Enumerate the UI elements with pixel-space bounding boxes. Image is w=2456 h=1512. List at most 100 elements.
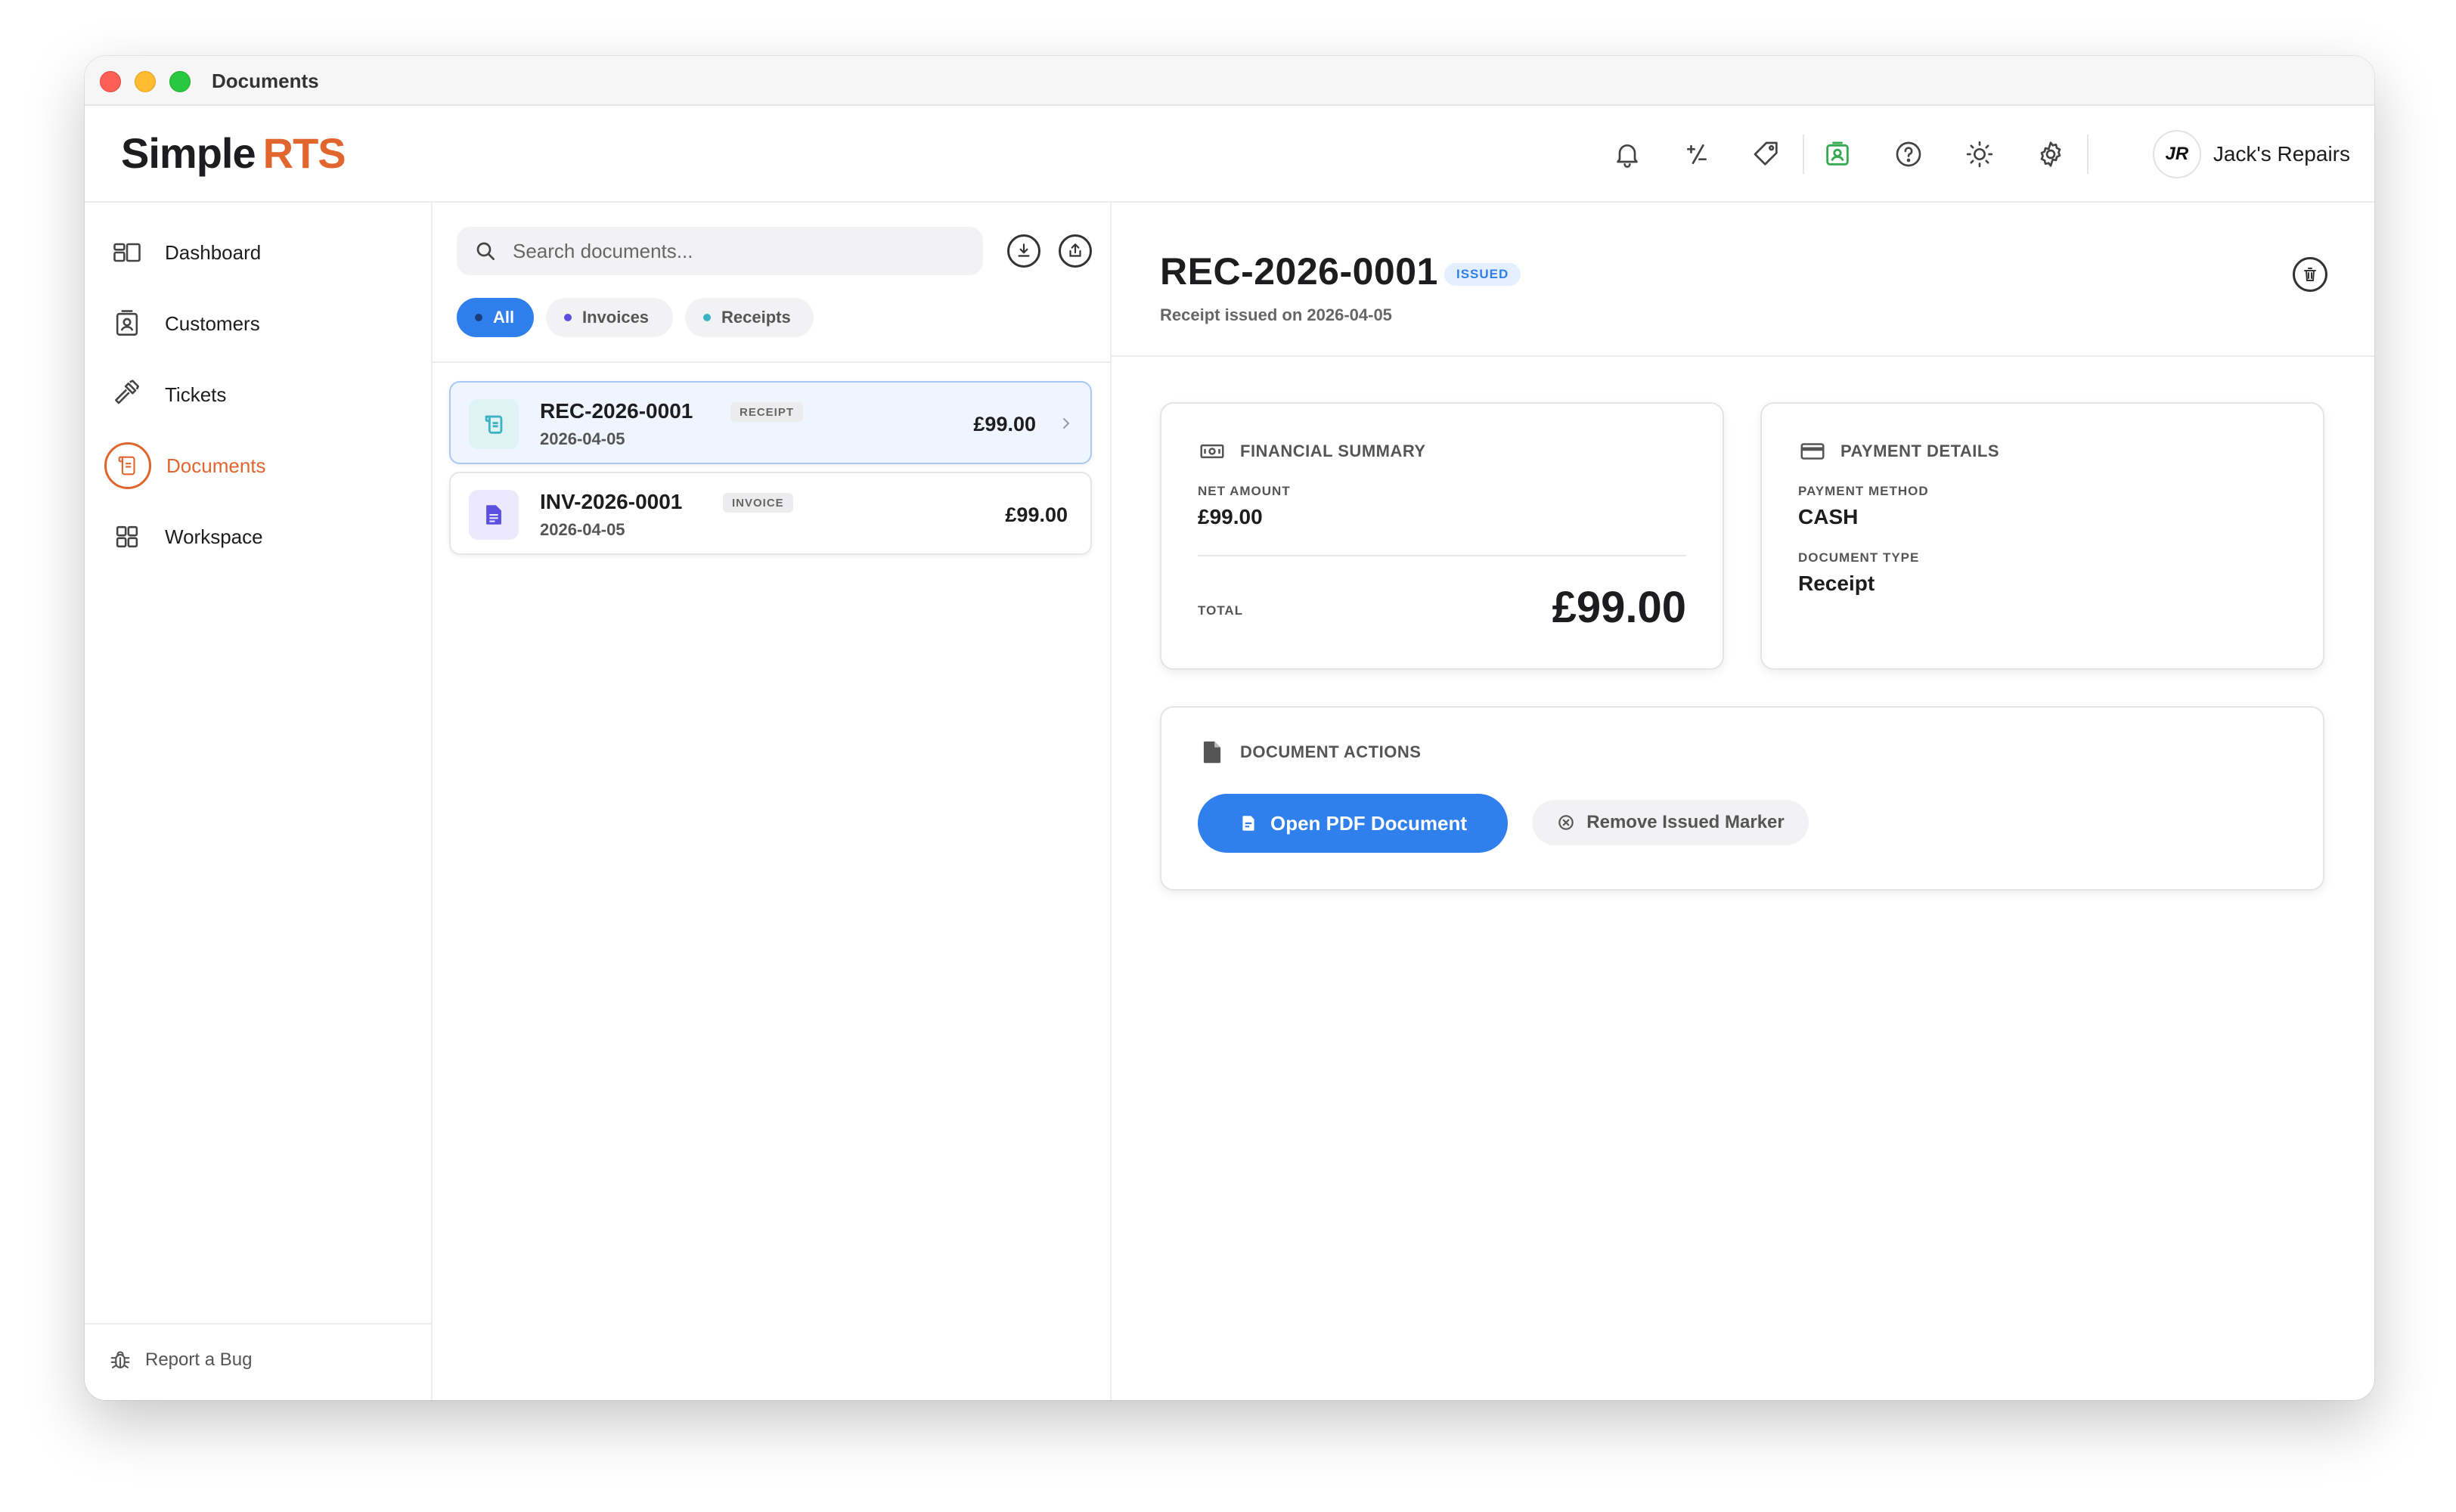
- brand-logo[interactable]: Simple RTS: [121, 129, 346, 178]
- list-item[interactable]: INV-2026-0001 INVOICE 2026-04-05 £99.00: [449, 472, 1092, 555]
- contact-icon[interactable]: [1818, 135, 1857, 174]
- remove-issued-marker-label: Remove Issued Marker: [1586, 812, 1785, 832]
- detail-header: REC-2026-0001 ISSUED Receipt issued on 2…: [1112, 203, 2374, 357]
- document-type-label: DOCUMENT TYPE: [1798, 550, 1920, 565]
- gear-icon[interactable]: [2031, 135, 2070, 174]
- search-input[interactable]: [511, 238, 938, 264]
- card-header: DOCUMENT ACTIONS: [1198, 738, 1421, 767]
- payment-method-value: CASH: [1798, 505, 1859, 528]
- tag-icon[interactable]: [1747, 135, 1786, 174]
- percent-icon[interactable]: [1677, 135, 1716, 174]
- net-amount-label: NET AMOUNT: [1198, 484, 1291, 498]
- page-title: REC-2026-0001: [1160, 250, 1438, 293]
- search-box[interactable]: [457, 227, 983, 275]
- filter-dot: [475, 314, 482, 321]
- help-icon[interactable]: [1889, 135, 1928, 174]
- card-heading: DOCUMENT ACTIONS: [1240, 742, 1422, 761]
- file-icon: [1203, 741, 1221, 764]
- list-item[interactable]: REC-2026-0001 RECEIPT 2026-04-05 £99.00: [449, 381, 1092, 464]
- trash-icon: [2304, 268, 2316, 281]
- x-circle-icon: [1558, 815, 1574, 830]
- bell-icon[interactable]: [1608, 135, 1647, 174]
- filter-receipts[interactable]: Receipts: [685, 298, 814, 337]
- receipt-icon: [469, 399, 519, 449]
- document-amount: £99.00: [973, 413, 1036, 435]
- customers-icon: [104, 301, 150, 346]
- filter-label: All: [493, 308, 515, 327]
- title-bar: Documents: [85, 56, 2374, 106]
- company-logo: JR: [2152, 130, 2201, 178]
- card-header: PAYMENT DETAILS: [1798, 437, 1999, 466]
- sidebar-item-label: Tickets: [165, 383, 227, 406]
- delete-button[interactable]: [2293, 257, 2327, 292]
- status-badge: ISSUED: [1444, 263, 1521, 286]
- sidebar-item-label: Customers: [165, 311, 260, 335]
- payment-method-label: PAYMENT METHOD: [1798, 484, 1929, 498]
- sidebar-item-documents[interactable]: Documents: [104, 438, 407, 493]
- remove-issued-marker-button[interactable]: Remove Issued Marker: [1532, 800, 1809, 845]
- document-amount: £99.00: [1005, 503, 1068, 526]
- invoice-icon: [469, 490, 519, 540]
- grid-icon: [104, 514, 150, 559]
- app-header: Simple RTS JR Jack's Repairs: [85, 106, 2374, 203]
- report-bug-button[interactable]: Report a Bug: [107, 1347, 252, 1373]
- document-number: REC-2026-0001: [540, 399, 693, 423]
- page-subtitle: Receipt issued on 2026-04-05: [1160, 305, 1392, 324]
- search-icon: [476, 242, 495, 260]
- document-list-panel: All Invoices Receipts REC-2026-0001 RECE…: [433, 203, 1112, 1400]
- total-value: £99.00: [1552, 583, 1686, 632]
- card-heading: FINANCIAL SUMMARY: [1240, 442, 1426, 460]
- sidebar-item-label: Dashboard: [165, 240, 262, 264]
- hammer-icon: [104, 372, 150, 417]
- document-date: 2026-04-05: [540, 429, 625, 448]
- brand-part-1: Simple: [121, 129, 256, 177]
- credit-card-icon: [1800, 443, 1825, 460]
- import-icon: [1018, 243, 1030, 257]
- chevron-right-icon: [1063, 418, 1070, 429]
- bug-icon: [110, 1351, 130, 1368]
- card-header: FINANCIAL SUMMARY: [1198, 437, 1426, 466]
- company-name: Jack's Repairs: [2213, 142, 2350, 166]
- app-window: Documents Simple RTS JR Jack's Repairs D…: [85, 56, 2374, 1400]
- sidebar-item-customers[interactable]: Customers: [104, 296, 407, 351]
- pdf-icon: [1242, 816, 1254, 831]
- filter-all[interactable]: All: [457, 298, 534, 337]
- document-actions-card: DOCUMENT ACTIONS Open PDF Document Remov…: [1160, 706, 2324, 891]
- sun-icon[interactable]: [1960, 135, 1999, 174]
- payment-details-card: PAYMENT DETAILS PAYMENT METHOD CASH DOCU…: [1760, 402, 2324, 670]
- brand-part-2: RTS: [262, 129, 346, 177]
- export-button[interactable]: [1059, 234, 1092, 268]
- card-heading: PAYMENT DETAILS: [1840, 442, 2000, 460]
- minimize-window-button[interactable]: [135, 71, 156, 92]
- filter-label: Receipts: [721, 308, 791, 327]
- import-button[interactable]: [1007, 234, 1040, 268]
- sidebar-footer: Report a Bug: [85, 1323, 431, 1400]
- filter-dot: [564, 314, 572, 321]
- zoom-window-button[interactable]: [169, 71, 191, 92]
- header-separator: [2087, 135, 2089, 174]
- divider: [1198, 555, 1686, 556]
- document-number: INV-2026-0001: [540, 490, 683, 513]
- header-separator: [1803, 135, 1804, 174]
- sidebar-item-tickets[interactable]: Tickets: [104, 367, 407, 422]
- share-icon: [1069, 243, 1081, 257]
- filter-label: Invoices: [582, 308, 650, 327]
- sidebar-item-workspace[interactable]: Workspace: [104, 510, 407, 564]
- net-amount-value: £99.00: [1198, 505, 1263, 528]
- document-date: 2026-04-05: [540, 520, 625, 539]
- sidebar-item-dashboard[interactable]: Dashboard: [104, 225, 407, 280]
- banknote-icon: [1200, 444, 1224, 459]
- sidebar-item-label: Workspace: [165, 525, 263, 548]
- open-pdf-button[interactable]: Open PDF Document: [1198, 794, 1508, 853]
- profile-menu[interactable]: JR Jack's Repairs: [2152, 130, 2350, 178]
- sidebar-item-label: Documents: [166, 454, 266, 477]
- close-window-button[interactable]: [100, 71, 121, 92]
- list-toolbar: All Invoices Receipts: [433, 203, 1110, 363]
- open-pdf-label: Open PDF Document: [1270, 811, 1467, 835]
- filter-invoices[interactable]: Invoices: [546, 298, 673, 337]
- document-type-badge: RECEIPT: [730, 402, 804, 422]
- document-type-value: Receipt: [1798, 572, 1875, 595]
- report-bug-label: Report a Bug: [145, 1349, 253, 1370]
- dashboard-icon: [104, 230, 150, 275]
- total-label: TOTAL: [1198, 603, 1244, 618]
